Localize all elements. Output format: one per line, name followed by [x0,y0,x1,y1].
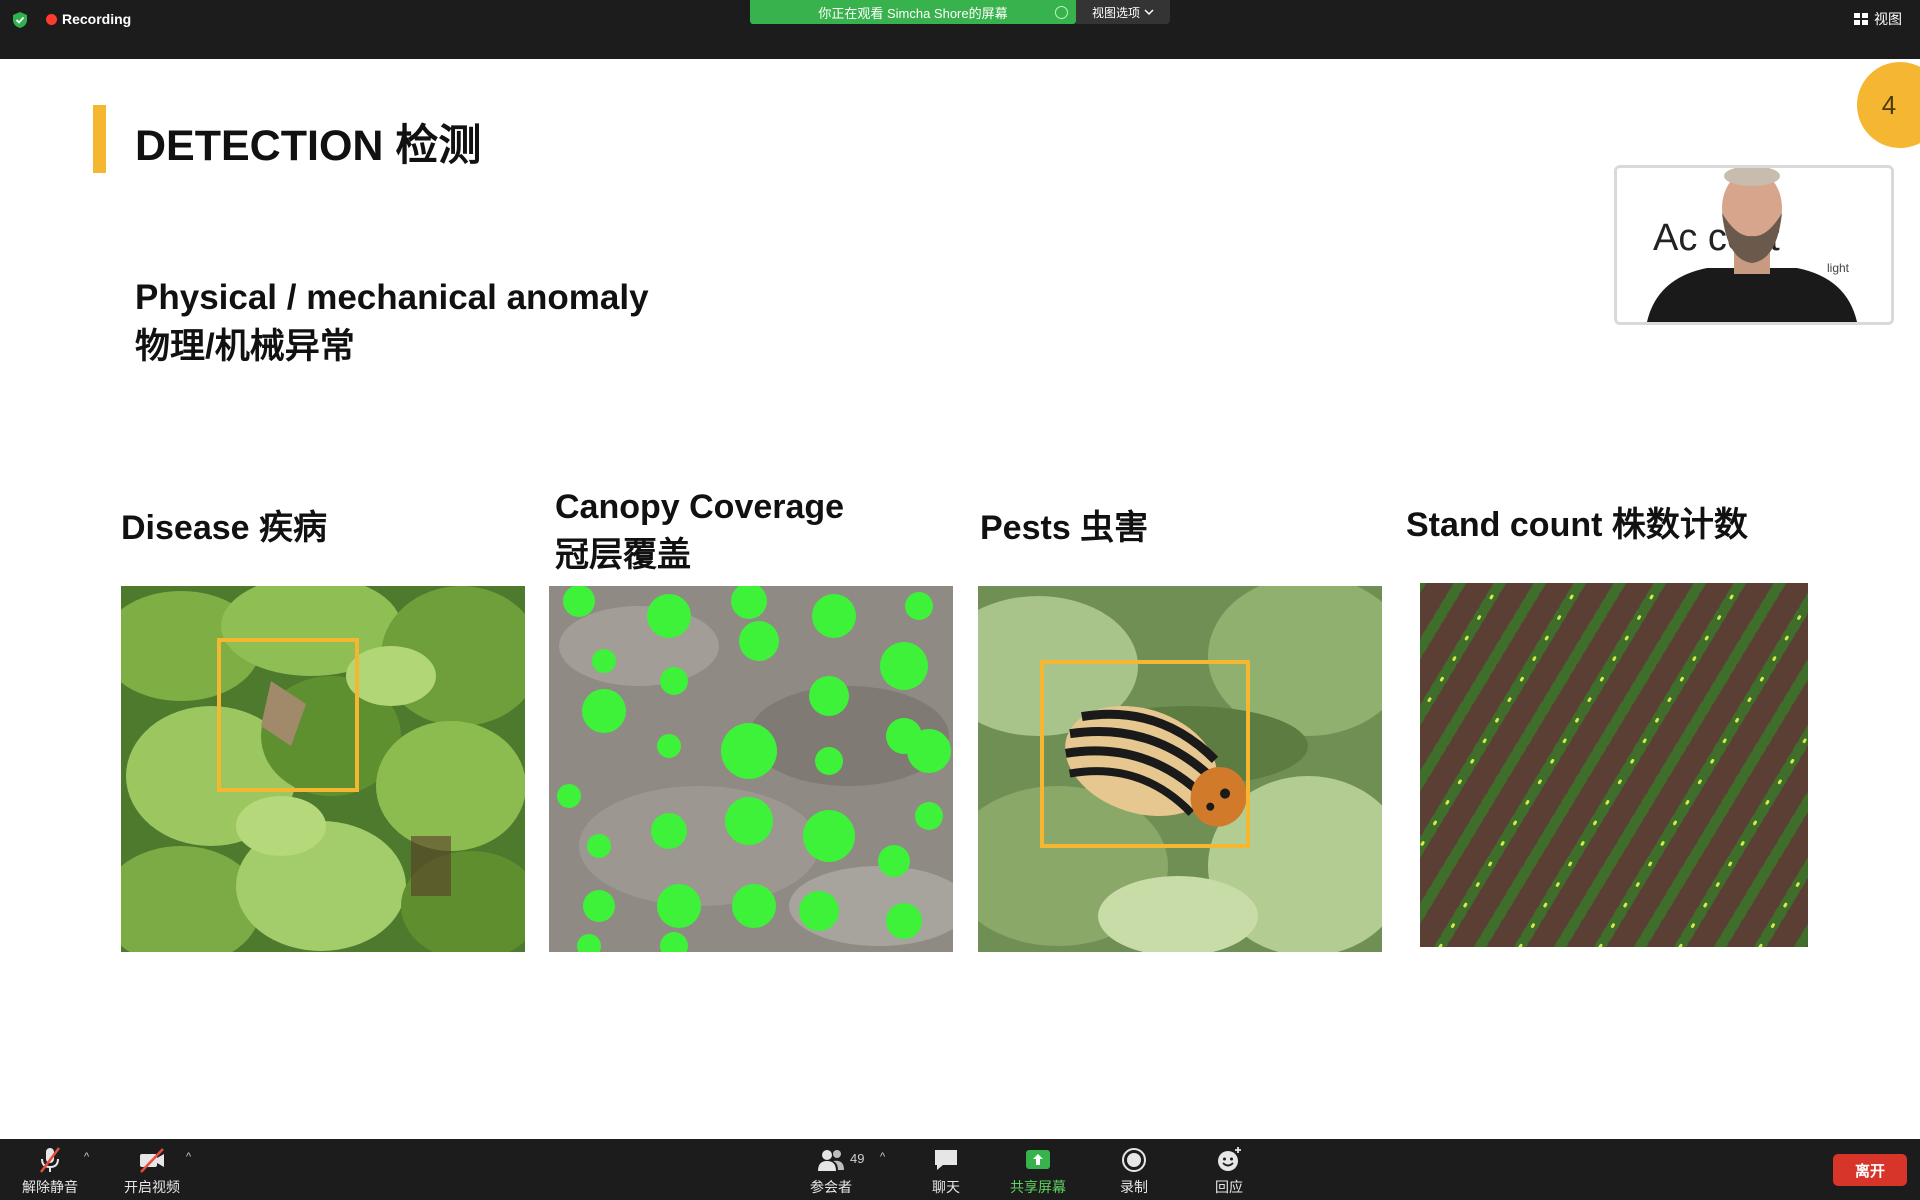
category-canopy-label-zh: 冠层覆盖 [555,536,691,574]
chat-bubble-icon [935,1150,957,1170]
grid-view-icon [1854,13,1868,25]
unmute-label: 解除静音 [22,1179,78,1195]
viewing-share-banner: 你正在观看 Simcha Shore的屏幕 [750,0,1076,24]
view-options-button[interactable]: 视图选项 [1076,0,1170,24]
category-stand-count: Stand count 株数计数 [1406,501,1748,549]
video-camera-off-icon [140,1148,164,1173]
category-disease-label: Disease 疾病 [121,509,327,547]
start-video-label: 开启视频 [124,1179,180,1195]
status-ring-icon [1055,6,1068,19]
record-icon [1122,1148,1146,1172]
title-accent-bar [93,105,106,173]
share-screen-icon [1026,1150,1050,1169]
share-screen-button[interactable]: 共享屏幕 [1010,1145,1066,1197]
slide-subtitle: Physical / mechanical anomaly 物理/机械异常 [135,273,649,371]
slide-title: DETECTION 检测 [135,122,482,170]
category-pests-label: Pests 虫害 [980,509,1149,547]
viewing-share-text: 你正在观看 Simcha Shore的屏幕 [818,5,1008,21]
logo-sub-text: light [1827,261,1850,275]
participants-label: 参会者 [810,1179,852,1195]
page-number-badge: 4 [1857,62,1920,148]
record-label: 录制 [1120,1179,1148,1195]
participants-caret-icon[interactable]: ^ [880,1151,890,1163]
view-options-label: 视图选项 [1091,5,1140,20]
reactions-label: 回应 [1215,1179,1243,1195]
share-screen-label: 共享屏幕 [1010,1179,1066,1195]
subtitle-english: Physical / mechanical anomaly [135,278,649,317]
unmute-button[interactable]: 解除静音 [22,1145,78,1197]
category-stand-count-label: Stand count 株数计数 [1406,506,1748,544]
canopy-coverage-image [549,586,953,952]
participants-button[interactable]: 参会者 [810,1145,852,1197]
view-label: 视图 [1874,11,1902,27]
chat-label: 聊天 [932,1179,960,1195]
subtitle-chinese: 物理/机械异常 [135,327,355,366]
participant-count: 49 [850,1151,865,1166]
disease-image [121,586,525,952]
pests-image [978,586,1382,952]
audio-options-caret-icon[interactable]: ^ [84,1151,94,1163]
category-pests: Pests 虫害 [980,504,1148,552]
microphone-muted-icon [40,1147,60,1173]
video-options-caret-icon[interactable]: ^ [186,1151,196,1163]
reactions-button[interactable]: 回应 [1214,1145,1244,1197]
meeting-controls-toolbar: 解除静音 ^ 开启视频 ^ 参会者 49 ^ 聊天 共享屏幕 录制 回应 离开 [0,1139,1920,1200]
start-video-button[interactable]: 开启视频 [124,1145,180,1197]
participants-icon [818,1150,844,1171]
speaker-video-thumbnail[interactable]: Ac cout light [1614,165,1894,325]
category-disease: Disease 疾病 [121,504,327,552]
chevron-down-icon [1144,9,1154,16]
recording-indicator[interactable]: Recording [46,9,131,29]
view-button[interactable]: 视图 [1854,9,1902,29]
leave-meeting-button[interactable]: 离开 [1833,1154,1907,1186]
stand-count-image [1420,583,1808,947]
category-canopy: Canopy Coverage 冠层覆盖 [555,483,844,579]
category-canopy-label: Canopy Coverage [555,488,845,526]
recording-dot-icon [46,13,57,25]
speaker-video-frame: Ac cout light [1617,168,1891,322]
record-button[interactable]: 录制 [1119,1145,1149,1197]
chat-button[interactable]: 聊天 [931,1145,961,1197]
meeting-top-bar: Recording 你正在观看 Simcha Shore的屏幕 视图选项 视图 [0,0,1920,59]
emoji-reaction-icon [1218,1147,1241,1171]
security-shield-icon[interactable] [11,11,29,29]
recording-label: Recording [62,11,132,27]
